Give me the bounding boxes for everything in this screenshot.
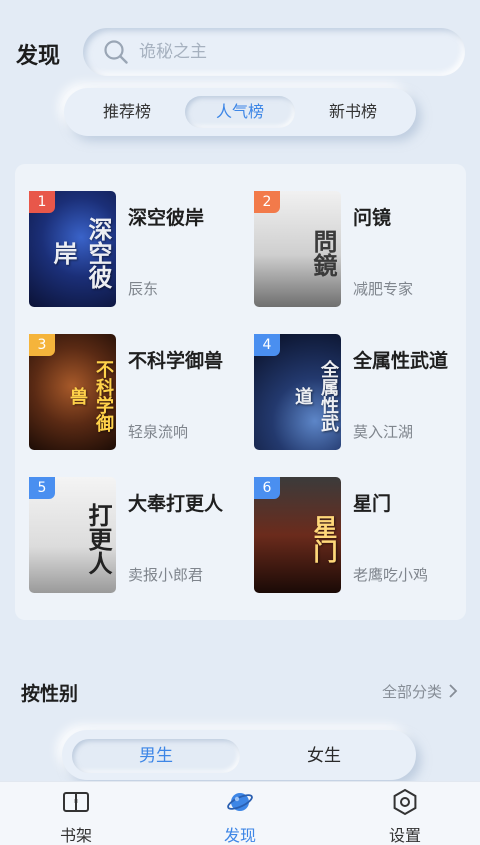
- section-title-gender: 按性别: [21, 683, 79, 705]
- book-title: 深空彼岸: [128, 207, 205, 229]
- all-categories-label: 全部分类: [381, 683, 442, 701]
- rank-badge: 6: [254, 477, 280, 499]
- rank-badge: 2: [254, 191, 280, 213]
- tab-male[interactable]: 男生: [72, 739, 240, 773]
- book-author: 莫入江湖: [353, 423, 414, 441]
- cover-title: 問鏡: [309, 229, 338, 277]
- nav-label: 发现: [223, 826, 256, 845]
- book-title: 大奉打更人: [128, 493, 224, 515]
- nav-item-settings[interactable]: 设置: [345, 782, 465, 845]
- rank-badge: 1: [29, 191, 55, 213]
- settings-hexagon-icon: [393, 788, 417, 816]
- all-categories-link[interactable]: 全部分类: [382, 681, 458, 702]
- search-bar[interactable]: [83, 28, 465, 76]
- search-icon: [104, 40, 128, 64]
- rank-badge: 4: [254, 334, 280, 356]
- planet-icon: [227, 793, 253, 811]
- gender-tabs: 男生 女生: [62, 730, 416, 780]
- ranking-tabs: 推荐榜 人气榜 新书榜: [64, 88, 416, 136]
- book-author: 轻泉流响: [128, 423, 189, 441]
- book-title: 星门: [353, 493, 392, 515]
- nav-item-discover[interactable]: 发现: [180, 782, 300, 845]
- cover-title: 全属性武道: [292, 360, 339, 432]
- book-item[interactable]: 問鏡 2 问镜 减肥专家: [254, 191, 474, 309]
- tab-popular[interactable]: 人气榜: [185, 96, 295, 128]
- rank-badge: 3: [29, 334, 55, 356]
- book-author: 辰东: [128, 280, 159, 298]
- book-author: 减肥专家: [353, 280, 414, 298]
- book-item[interactable]: 星门 6 星门 老鹰吃小鸡: [254, 477, 474, 595]
- nav-label: 设置: [388, 826, 421, 845]
- book-author: 老鹰吃小鸡: [353, 566, 429, 584]
- book-item[interactable]: 不科学御兽 3 不科学御兽 轻泉流响: [29, 334, 249, 452]
- chevron-right-icon: [448, 683, 458, 701]
- page-title: 发现: [16, 44, 61, 69]
- book-author: 卖报小郎君: [128, 566, 204, 584]
- book-title: 不科学御兽: [128, 350, 224, 372]
- header: 发现: [0, 28, 480, 78]
- cover-title: 星门: [309, 515, 338, 563]
- tab-recommended[interactable]: 推荐榜: [72, 96, 182, 128]
- book-item[interactable]: 全属性武道 4 全属性武道 莫入江湖: [254, 334, 474, 452]
- ranking-list: 深空彼岸 1 深空彼岸 辰东 問鏡 2 问镜 减肥专家 不科学御兽 3 不科学御…: [15, 164, 466, 620]
- nav-item-bookshelf[interactable]: 书架: [16, 782, 136, 845]
- tab-new-books[interactable]: 新书榜: [298, 96, 408, 128]
- book-item[interactable]: 打更人 5 大奉打更人 卖报小郎君: [29, 477, 249, 595]
- nav-label: 书架: [59, 826, 92, 845]
- book-icon: [63, 792, 89, 812]
- book-title: 全属性武道: [353, 350, 449, 372]
- book-title: 问镜: [353, 207, 392, 229]
- cover-title: 不科学御兽: [67, 360, 114, 432]
- tab-female[interactable]: 女生: [240, 739, 408, 773]
- search-input[interactable]: [139, 40, 439, 64]
- bottom-nav: 书架 发现 设置: [0, 781, 480, 845]
- book-item[interactable]: 深空彼岸 1 深空彼岸 辰东: [29, 191, 249, 309]
- cover-title: 深空彼岸: [49, 217, 113, 289]
- rank-badge: 5: [29, 477, 55, 499]
- cover-title: 打更人: [84, 503, 113, 575]
